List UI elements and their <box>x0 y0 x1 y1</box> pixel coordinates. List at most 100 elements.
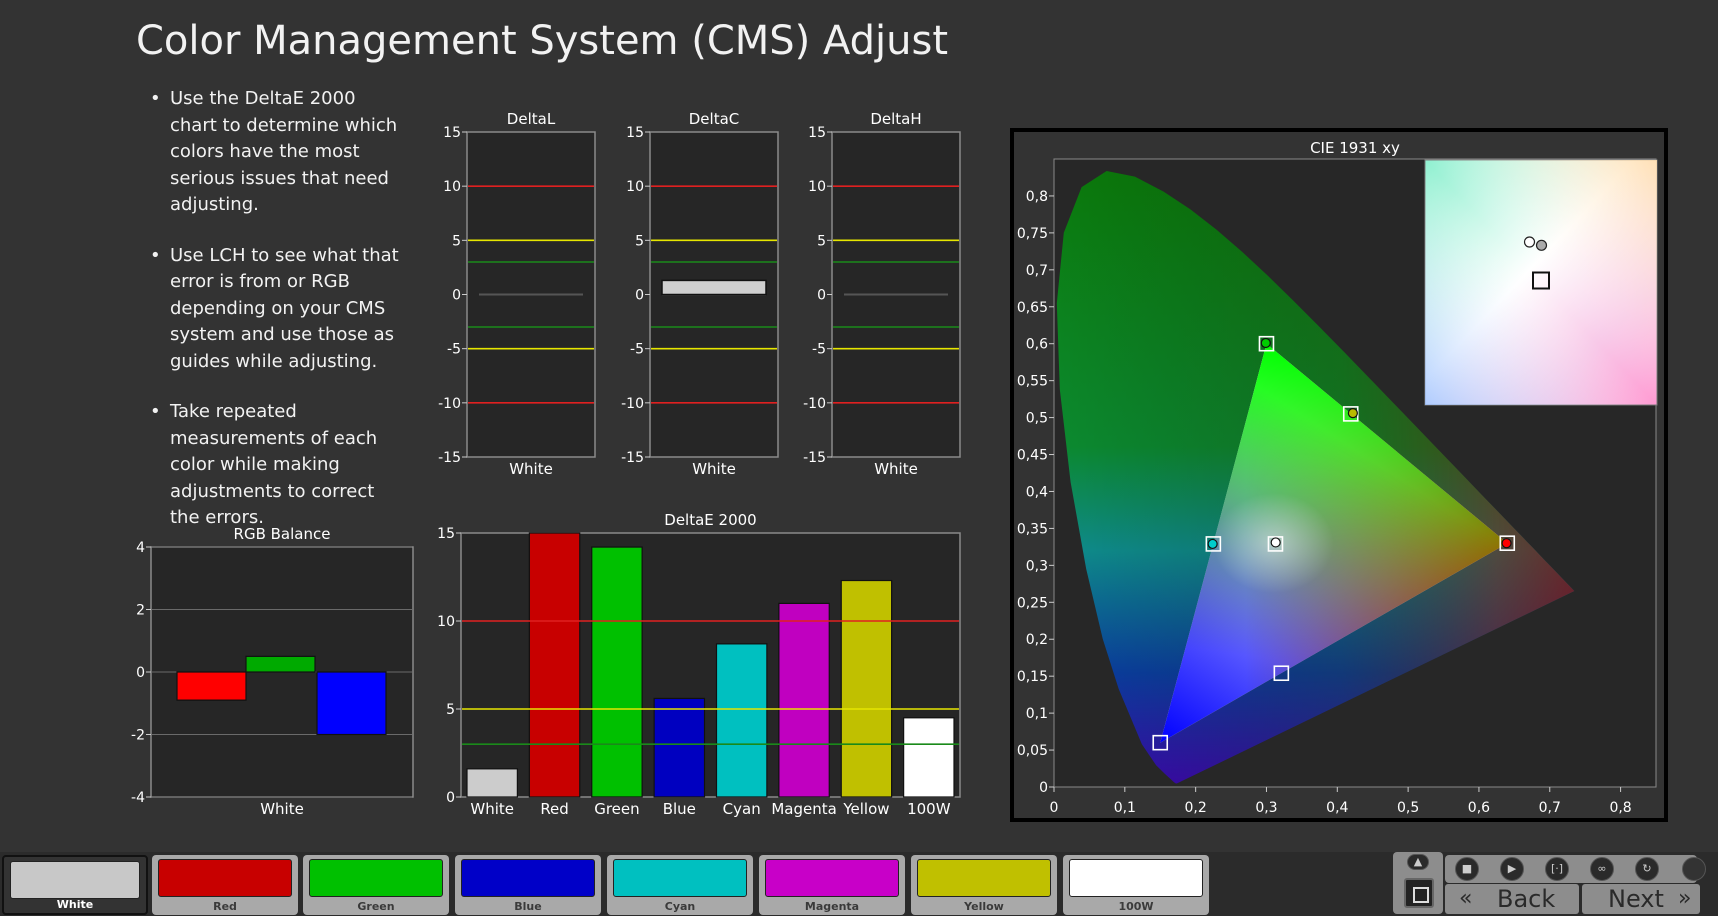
double-chevron-right-icon: » <box>1678 886 1692 911</box>
y-tick-label: 0 <box>817 288 826 304</box>
y-tick-label: 0,2 <box>1026 632 1048 648</box>
y-tick-label: 5 <box>635 233 644 249</box>
y-tick-label: -4 <box>131 790 145 806</box>
measured-point <box>1270 537 1281 548</box>
y-tick-label: 0,8 <box>1026 189 1048 205</box>
y-tick-label: 10 <box>443 179 461 195</box>
x-tick-label: 0,5 <box>1397 800 1419 816</box>
stop-square-icon[interactable] <box>1404 878 1434 908</box>
loop-icon[interactable]: ∞ <box>1590 857 1614 881</box>
y-tick-label: 0 <box>635 288 644 304</box>
y-tick-label: 10 <box>437 614 455 630</box>
deltae-bar <box>591 546 643 798</box>
x-tick-label: 0,7 <box>1539 800 1561 816</box>
y-tick-label: 0,4 <box>1026 484 1048 500</box>
swatch-label: Red <box>213 900 237 913</box>
y-tick-label: 0,5 <box>1026 411 1048 427</box>
next-label: Next <box>1608 885 1664 913</box>
zoom-measured-point <box>1523 236 1536 248</box>
y-tick-label: 0,7 <box>1026 263 1048 279</box>
swatch-color <box>158 859 292 897</box>
deltae-bar <box>715 643 768 798</box>
deltae-bar <box>466 768 518 798</box>
y-tick-label: 0 <box>446 790 455 806</box>
deltae-bar <box>528 532 581 798</box>
measured-point <box>1207 538 1218 550</box>
refresh-icon[interactable]: ↻ <box>1635 857 1659 881</box>
swatch-label: 100W <box>1118 900 1154 913</box>
x-tick-label: 0,2 <box>1185 800 1207 816</box>
swatch-yellow[interactable]: Yellow <box>911 855 1057 915</box>
swatch-label: White <box>56 898 94 911</box>
x-tick-label: 0 <box>1050 800 1059 816</box>
y-tick-label: 0,35 <box>1017 521 1048 537</box>
swatch-100w[interactable]: 100W <box>1063 855 1209 915</box>
swatch-color <box>613 859 747 897</box>
y-tick-label: 5 <box>446 702 455 718</box>
zoom-inset-tint <box>1425 160 1657 405</box>
delta-chart-deltah: DeltaH 15 10 5 0 -5 -10 -15 White <box>803 110 961 478</box>
y-tick-label: 4 <box>136 540 145 556</box>
delta-chart-deltac: DeltaC 15 10 5 0 -5 -10 -15 White <box>621 110 779 478</box>
charts-canvas: DeltaL 15 10 5 0 -5 -10 -15 White DeltaC 15 10 5 0 -5 -… <box>131 110 1668 822</box>
swatch-color <box>1069 859 1203 897</box>
x-tick-label: 0,6 <box>1468 800 1490 816</box>
range-icon[interactable]: [·] <box>1545 857 1569 881</box>
stop-square-inner <box>1413 887 1429 903</box>
y-tick-label: 0,65 <box>1017 300 1048 316</box>
play-icon[interactable]: ▶ <box>1500 857 1524 881</box>
swatch-blue[interactable]: Blue <box>455 855 601 915</box>
measured-point <box>1260 337 1271 349</box>
y-tick-label: 0,15 <box>1017 669 1048 685</box>
x-tick-label: Red <box>540 800 569 818</box>
chart-title: CIE 1931 xy <box>1310 139 1400 157</box>
swatch-red[interactable]: Red <box>152 855 298 915</box>
y-tick-label: -2 <box>131 728 145 744</box>
data-bar <box>661 279 767 296</box>
swatch-green[interactable]: Green <box>303 855 449 915</box>
swatch-cyan[interactable]: Cyan <box>607 855 753 915</box>
back-label: Back <box>1497 885 1556 913</box>
x-tick-label: 100W <box>907 800 951 818</box>
rgb-bar <box>176 671 247 701</box>
stop-icon[interactable]: ■ <box>1455 857 1479 881</box>
y-tick-label: 5 <box>817 233 826 249</box>
extra-circle-icon[interactable] <box>1682 857 1706 881</box>
y-tick-label: 15 <box>808 125 826 141</box>
chart-title: DeltaH <box>870 110 921 128</box>
next-button[interactable]: Next » <box>1582 884 1700 914</box>
zoom-measured-point <box>1535 239 1548 251</box>
deltae-bar <box>903 717 955 798</box>
y-tick-label: 15 <box>437 526 455 542</box>
swatch-color <box>917 859 1051 897</box>
cie-chart: CIE 1931 xy 0 0,1 0,2 0,3 0,4 0,5 0,6 0,7 0,8 0 0,0… <box>1010 128 1668 822</box>
y-tick-label: 0,6 <box>1026 337 1048 353</box>
y-tick-label: 0 <box>136 665 145 681</box>
deltae-bar <box>778 602 830 798</box>
y-tick-label: -5 <box>447 342 461 358</box>
y-tick-label: 0 <box>452 288 461 304</box>
x-tick-label: White <box>874 460 918 478</box>
y-tick-label: 0 <box>1039 780 1048 796</box>
chart-title: DeltaL <box>507 110 556 128</box>
rgb-balance-chart: RGB Balance 4 2 0 -2 -4 White <box>131 525 414 818</box>
chart-title: RGB Balance <box>234 525 331 543</box>
x-tick-label: Cyan <box>723 800 761 818</box>
arrow-up-icon[interactable]: ▲ <box>1407 854 1429 870</box>
y-tick-label: 0,55 <box>1017 374 1048 390</box>
swatch-color <box>461 859 595 897</box>
deltae-bar <box>840 579 893 798</box>
small-charts-layer: DeltaL 15 10 5 0 -5 -10 -15 White DeltaC 15 10 5 0 -5 -… <box>438 110 961 478</box>
x-tick-label: Blue <box>663 800 696 818</box>
y-tick-label: 2 <box>136 603 145 619</box>
back-button[interactable]: « Back <box>1445 884 1579 914</box>
y-tick-label: 0,1 <box>1026 706 1048 722</box>
x-tick-label: Magenta <box>771 800 836 818</box>
swatch-label: Cyan <box>664 900 696 913</box>
y-tick-label: 0,05 <box>1017 743 1048 759</box>
measured-point <box>1347 408 1358 419</box>
x-tick-label: 0,3 <box>1255 800 1277 816</box>
y-tick-label: 15 <box>626 125 644 141</box>
swatch-white[interactable]: White <box>2 855 148 915</box>
swatch-magenta[interactable]: Magenta <box>759 855 905 915</box>
